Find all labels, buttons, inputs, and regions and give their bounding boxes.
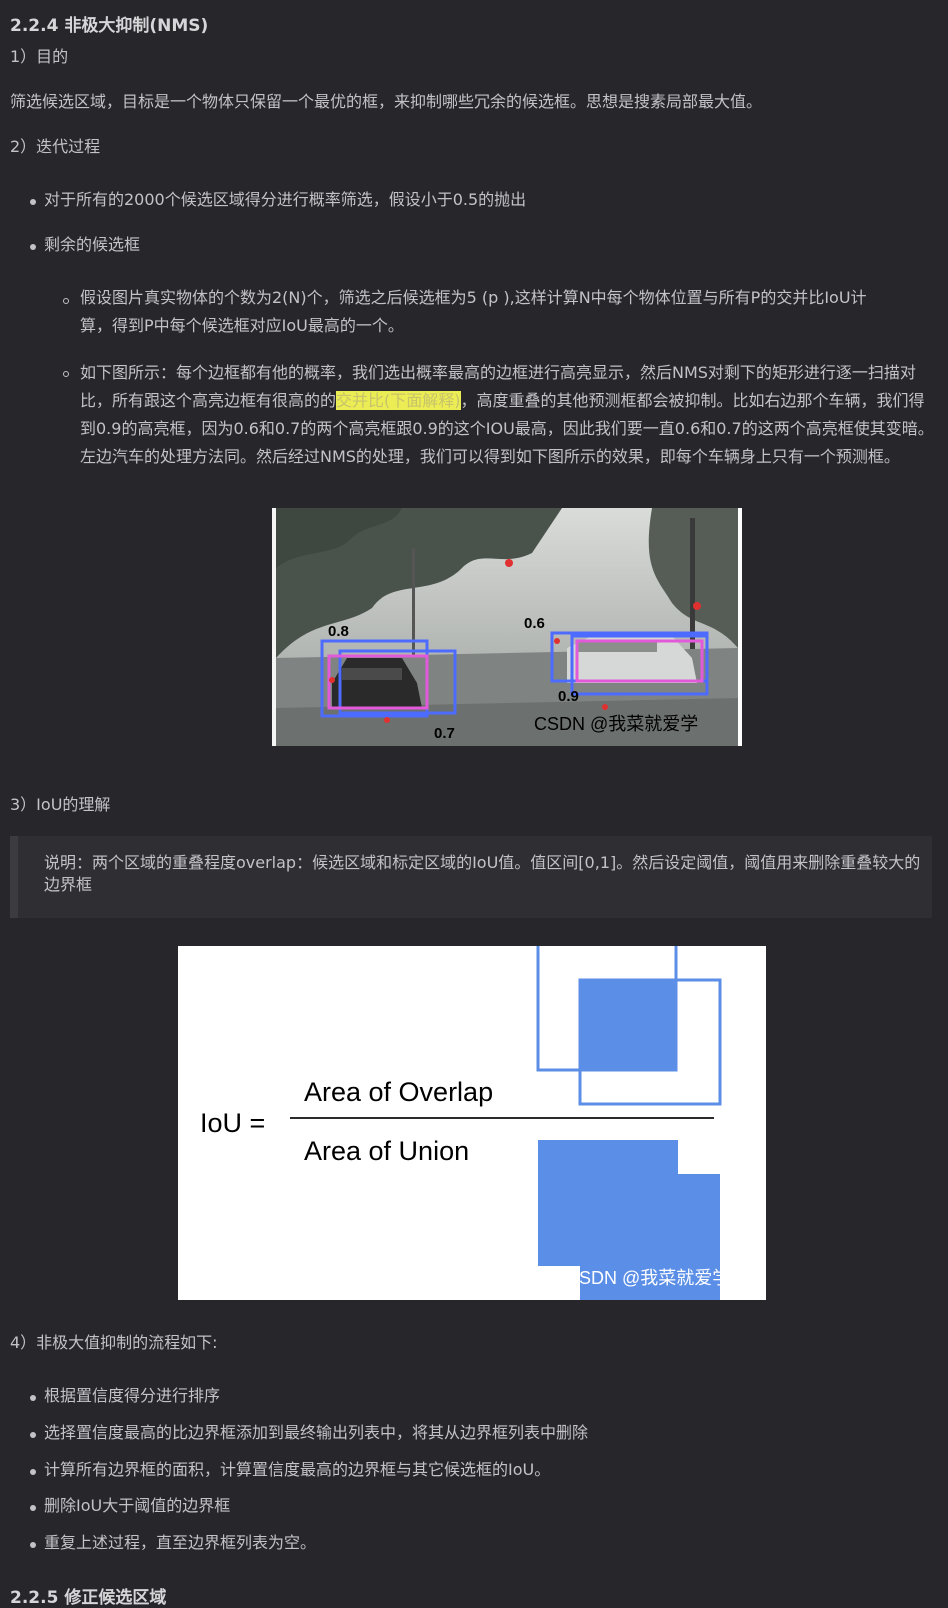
list-item: 删除IoU大于阈值的边界框 — [44, 1496, 231, 1515]
bullet-dot — [30, 199, 36, 205]
score-label: 0.7 — [434, 725, 455, 742]
bullet-dot — [30, 1542, 36, 1548]
section-heading-next: 2.2.5 修正候选区域 — [10, 1588, 167, 1608]
purpose-text: 筛选候选区域，目标是一个物体只保留一个最优的框，来抑制哪些冗余的候选框。思想是搜… — [10, 92, 763, 111]
list-item: 对于所有的2000个候选区域得分进行概率筛选，假设小于0.5的抛出 — [44, 190, 527, 209]
bullet-dot — [30, 1395, 36, 1401]
iou-numerator: Area of Overlap — [304, 1077, 493, 1107]
highlighted-text: 交并比(下面解释) — [336, 391, 461, 410]
sub-bullet-dot — [63, 298, 69, 304]
iou-diagram: IoU = Area of Overlap Area of Union CSDN… — [178, 946, 766, 1300]
score-label: 0.6 — [524, 615, 545, 632]
list-item: 剩余的候选框 — [44, 235, 141, 254]
iteration-title: 2）迭代过程 — [10, 137, 101, 156]
bullet-dot — [30, 1432, 36, 1438]
watermark: CSDN @我菜就爱学 — [534, 714, 698, 734]
section-heading-nms: 2.2.4 非极大抑制(NMS) — [10, 16, 209, 36]
bullet-dot — [30, 244, 36, 250]
note-text: 说明：两个区域的重叠程度overlap：候选区域和标定区域的IoU值。值区间[0… — [44, 853, 921, 894]
bullet-dot — [30, 1505, 36, 1511]
iou-formula-image: IoU = Area of Overlap Area of Union CSDN… — [178, 946, 766, 1300]
list-item: 计算所有边界框的面积，计算置信度最高的边界框与其它候选框的IoU。 — [44, 1460, 551, 1479]
bullet-dot — [30, 1469, 36, 1475]
iou-denominator: Area of Union — [304, 1136, 469, 1166]
note-blockquote: 说明：两个区域的重叠程度overlap：候选区域和标定区域的IoU值。值区间[0… — [10, 836, 932, 918]
article-page: 2.2.4 非极大抑制(NMS) 1）目的 筛选候选区域，目标是一个物体只保留一… — [0, 0, 948, 1608]
nms-example-image: 0.8 0.7 0.6 0.9 CSDN @我菜就爱学 — [272, 508, 742, 746]
iou-formula-lhs: IoU = — [200, 1108, 265, 1138]
list-item: 选择置信度最高的比边界框添加到最终输出列表中，将其从边界框列表中删除 — [44, 1423, 589, 1442]
score-label: 0.8 — [328, 623, 349, 640]
score-label: 0.9 — [558, 688, 579, 705]
sub-list-item-line: 假设图片真实物体的个数为2(N)个，筛选之后候选框为5 (p ),这样计算N中每… — [80, 288, 867, 307]
sub-list-item-line: 算，得到P中每个候选框对应IoU最高的一个。 — [80, 316, 404, 335]
sub-list-item-nms-description: 如下图所示：每个边框都有他的概率，我们选出概率最高的边框进行高亮显示，然后NMS… — [80, 359, 936, 471]
purpose-title: 1）目的 — [10, 47, 69, 66]
flow-title: 4）非极大值抑制的流程如下: — [10, 1333, 218, 1352]
watermark: CSDN @我菜就爱学 — [566, 1268, 730, 1288]
street-scene: 0.8 0.7 0.6 0.9 CSDN @我菜就爱学 — [272, 508, 738, 746]
iou-title: 3）IoU的理解 — [10, 795, 111, 814]
list-item: 根据置信度得分进行排序 — [44, 1386, 221, 1405]
sub-bullet-dot — [63, 371, 69, 377]
list-item: 重复上述过程，直至边界框列表为空。 — [44, 1533, 317, 1552]
